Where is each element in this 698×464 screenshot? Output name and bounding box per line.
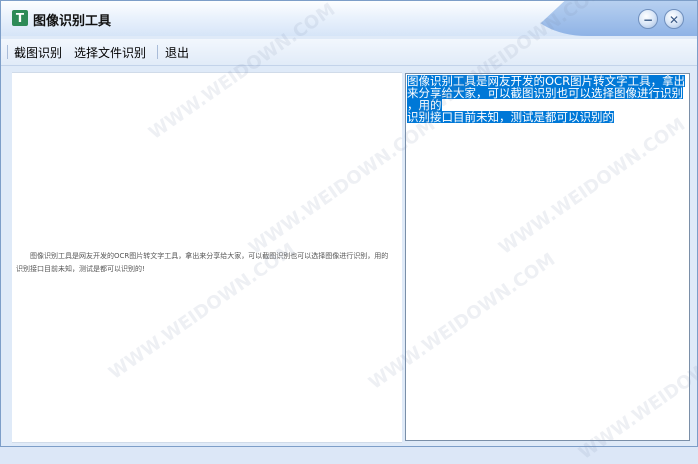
minimize-icon: −	[642, 13, 654, 27]
preview-text-line: 识别接口目前未知，测试是都可以识别的!	[16, 265, 145, 273]
close-button[interactable]: ✕	[664, 9, 684, 29]
image-preview-pane[interactable]: 图像识别工具是网友开发的OCR图片转文字工具，拿出来分享给大家，可以截图识别也可…	[12, 72, 402, 443]
window-title: 图像识别工具	[33, 14, 112, 29]
menu-bar: 截图识别 选择文件识别 退出	[1, 39, 697, 66]
minimize-button[interactable]: −	[638, 9, 658, 29]
selected-text-line: 图像识别工具是网友开发的OCR图片转文字工具，拿出	[407, 75, 686, 87]
selected-text-line: 识别接口目前未知，测试是都可以识别的	[407, 111, 614, 123]
app-icon: T	[12, 10, 28, 26]
selected-text-line: ，用的	[407, 99, 442, 111]
ocr-result-textbox[interactable]: 图像识别工具是网友开发的OCR图片转文字工具，拿出 来分享给大家，可以截图识别也…	[405, 73, 690, 441]
menu-separator	[7, 45, 8, 59]
menu-item-select-file-ocr[interactable]: 选择文件识别	[74, 44, 146, 61]
app-window: T 图像识别工具 − ✕ 截图识别 选择文件识别 退出 图像识别工具是网友开发的…	[0, 0, 698, 464]
menu-separator	[157, 45, 158, 59]
menu-item-exit[interactable]: 退出	[165, 44, 189, 61]
menu-item-screenshot-ocr[interactable]: 截图识别	[14, 44, 62, 61]
title-bar[interactable]: T 图像识别工具 − ✕	[1, 1, 697, 36]
selected-text-line: 来分享给大家，可以截图识别也可以选择图像进行识别	[407, 87, 683, 99]
close-icon: ✕	[668, 13, 680, 27]
preview-text-line: 图像识别工具是网友开发的OCR图片转文字工具，拿出来分享给大家，可以截图识别也可…	[30, 252, 389, 260]
